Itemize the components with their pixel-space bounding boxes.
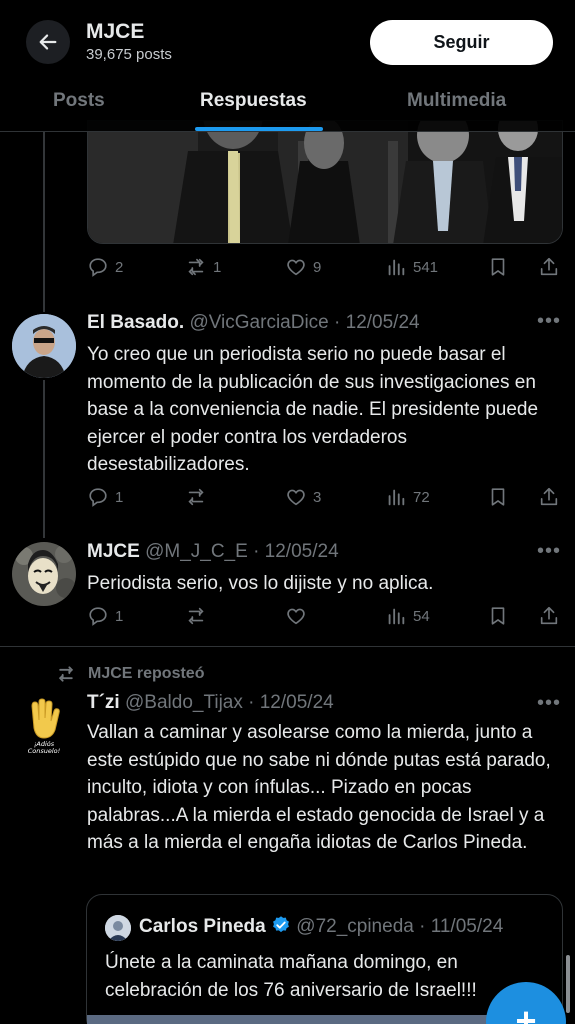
quote-header: Carlos Pineda @72_cpineda · 11/05/24	[139, 915, 503, 938]
like-button[interactable]: 3	[285, 486, 321, 508]
author-name[interactable]: El Basado.	[87, 312, 184, 333]
handle-date[interactable]: @VicGarciaDice · 12/05/24	[189, 312, 419, 333]
waving-hand-avatar: ¡Adiós Consuelo!	[12, 694, 76, 758]
back-button[interactable]	[26, 20, 70, 64]
like-button[interactable]	[285, 605, 307, 627]
avatar[interactable]	[12, 314, 76, 378]
repost-count: 1	[213, 258, 222, 276]
reply-count: 1	[115, 488, 124, 506]
share-icon	[540, 606, 558, 625]
repost-icon	[188, 258, 204, 276]
like-count: 9	[313, 258, 322, 276]
repost-indicator[interactable]: MJCE reposteó	[56, 664, 204, 684]
verified-badge-icon	[273, 916, 289, 933]
reply-count: 2	[115, 258, 124, 276]
views-button[interactable]: 541	[385, 256, 438, 278]
author-name[interactable]: MJCE	[87, 541, 140, 562]
bookmark-button[interactable]	[487, 256, 509, 278]
post-text: Periodista serio, vos lo dijiste y no ap…	[87, 573, 434, 594]
bookmark-button[interactable]	[487, 605, 509, 627]
like-icon	[287, 608, 305, 625]
svg-text:Consuelo!: Consuelo!	[28, 747, 61, 755]
follow-button[interactable]: Seguir	[370, 20, 553, 65]
active-tab-indicator	[195, 127, 323, 131]
compose-icon: +	[515, 1000, 537, 1024]
share-icon	[540, 257, 558, 276]
views-button[interactable]: 72	[385, 486, 430, 508]
post-actions-bar: 1 3 72	[87, 486, 563, 512]
like-icon	[287, 259, 305, 276]
reply-button[interactable]: 1	[87, 605, 123, 627]
repost-label: MJCE reposteó	[88, 665, 205, 682]
like-count: 3	[313, 488, 322, 506]
more-icon[interactable]: •••	[537, 540, 561, 563]
bookmark-icon	[491, 258, 505, 276]
thread-line	[43, 132, 45, 312]
scrollbar[interactable]	[566, 955, 570, 1013]
share-button[interactable]	[538, 256, 560, 278]
reply-icon	[89, 607, 107, 626]
bookmark-button[interactable]	[487, 486, 509, 508]
views-icon	[388, 608, 405, 625]
avatar-photo	[105, 915, 131, 941]
views-icon	[388, 259, 405, 276]
handle-date[interactable]: @Baldo_Tijax · 12/05/24	[125, 692, 334, 713]
reply-button[interactable]: 2	[87, 256, 123, 278]
author-name[interactable]: T´zi	[87, 692, 120, 713]
views-icon	[388, 489, 405, 506]
post-text: Yo creo que un periodista serio no puede…	[87, 344, 539, 475]
reply-icon	[89, 488, 107, 507]
handle-date: @72_cpineda · 11/05/24	[296, 916, 504, 937]
views-count: 54	[413, 607, 430, 625]
repost-button[interactable]: 1	[185, 256, 221, 278]
views-button[interactable]: 54	[385, 605, 430, 627]
post-actions-bar: 2 1 9 541	[87, 256, 563, 282]
views-count: 541	[413, 258, 439, 276]
tab-respuestas[interactable]: Respuestas	[200, 90, 307, 112]
repost-icon	[188, 607, 204, 625]
profile-name: MJCE	[86, 20, 145, 43]
divider	[0, 646, 575, 647]
avatar-photo	[12, 314, 76, 378]
thread-line	[43, 380, 45, 538]
repost-icon	[188, 488, 204, 506]
repost-icon	[58, 666, 74, 682]
tab-multimedia[interactable]: Multimedia	[407, 90, 506, 112]
repost-button[interactable]	[185, 486, 207, 508]
handle-date[interactable]: @M_J_C_E · 12/05/24	[145, 541, 339, 562]
share-icon	[540, 487, 558, 506]
post-header: El Basado. @VicGarciaDice · 12/05/24	[87, 312, 420, 334]
post-header: MJCE @M_J_C_E · 12/05/24	[87, 541, 339, 563]
reply-count: 1	[115, 607, 124, 625]
bookmark-icon	[491, 488, 505, 506]
avatar[interactable]	[105, 915, 131, 941]
profile-header: MJCE 39,675 posts Seguir Posts Respuesta…	[0, 0, 575, 132]
share-button[interactable]	[538, 605, 560, 627]
reply-icon	[89, 258, 107, 277]
tab-posts[interactable]: Posts	[53, 90, 105, 112]
post-media-image[interactable]	[87, 120, 563, 244]
like-icon	[287, 489, 305, 506]
avatar[interactable]	[12, 542, 76, 606]
post-text: Vallan a caminar y asolearse como la mie…	[87, 722, 551, 853]
reply-button[interactable]: 1	[87, 486, 123, 508]
post-header: T´zi @Baldo_Tijax · 12/05/24	[87, 692, 334, 714]
more-icon[interactable]: •••	[537, 692, 561, 715]
media-photo-graphic	[88, 121, 562, 243]
post-actions-bar: 1 54	[87, 605, 563, 631]
quote-text: Únete a la caminata mañana domingo, en c…	[105, 952, 477, 1001]
more-icon[interactable]: •••	[537, 310, 561, 333]
like-button[interactable]: 9	[285, 256, 321, 278]
bookmark-icon	[491, 607, 505, 625]
profile-tabs: Posts Respuestas Multimedia	[0, 82, 575, 132]
avatar-photo	[12, 542, 76, 606]
repost-button[interactable]	[185, 605, 207, 627]
avatar[interactable]: ¡Adiós Consuelo!	[12, 694, 76, 758]
author-name: Carlos Pineda	[139, 916, 266, 937]
posts-count: 39,675 posts	[86, 46, 172, 63]
back-arrow-icon	[39, 34, 57, 50]
share-button[interactable]	[538, 486, 560, 508]
views-count: 72	[413, 488, 430, 506]
